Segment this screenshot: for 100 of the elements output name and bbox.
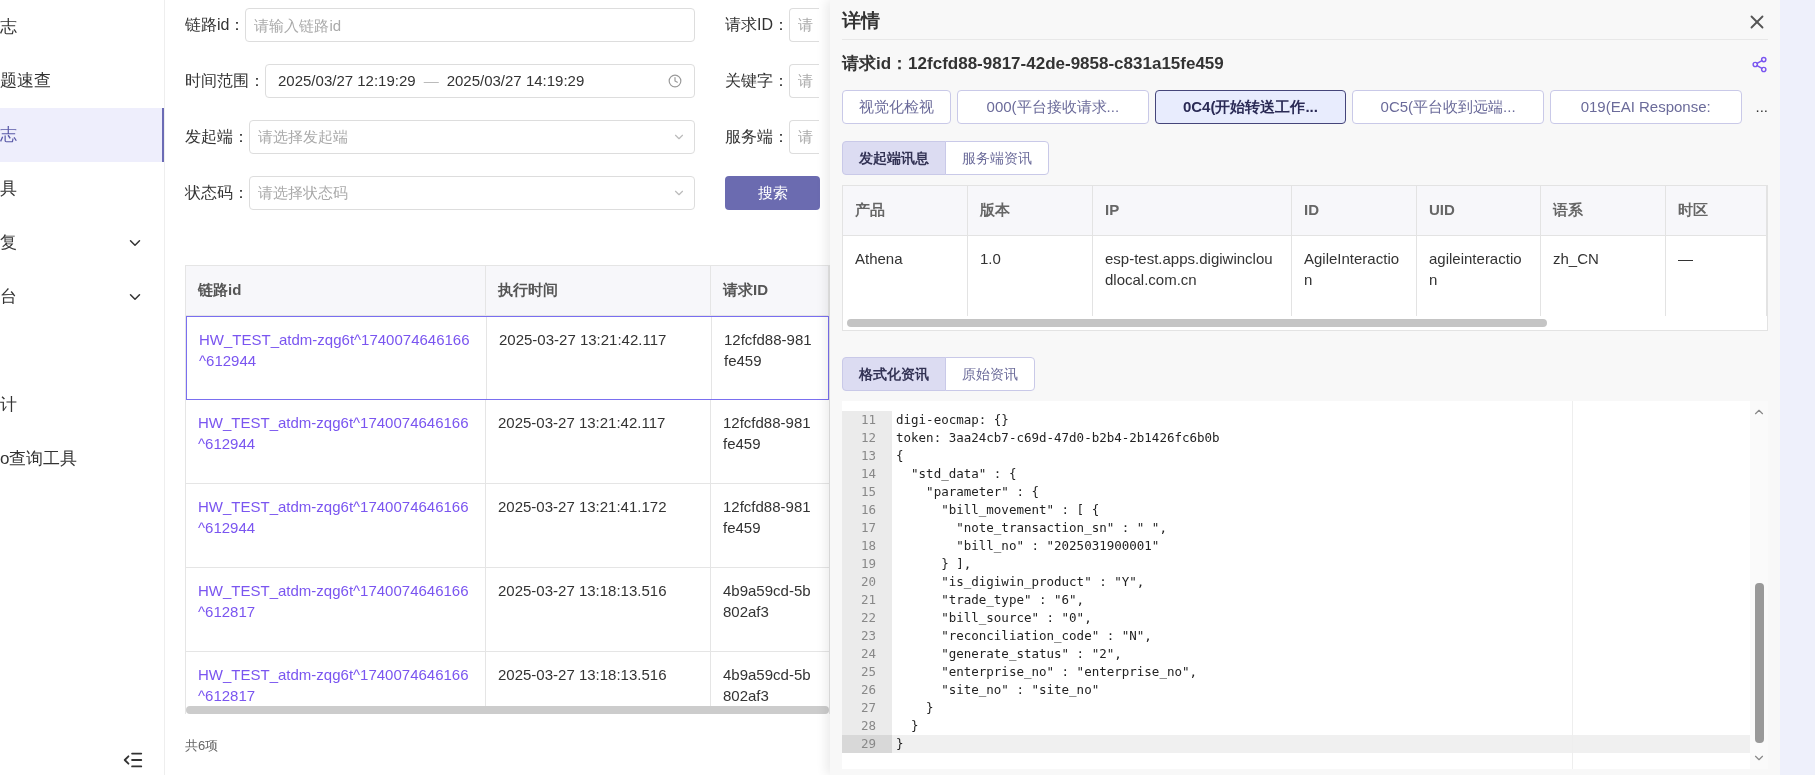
code-line: "reconciliation_code" : "N", [940, 627, 1152, 645]
field-label: 发起端： [185, 127, 249, 147]
field-label: 服务端： [725, 127, 789, 147]
line-number: 29 [842, 735, 892, 753]
line-number: 11 [842, 411, 892, 429]
segment-tab[interactable]: 格式化资讯 [842, 357, 946, 391]
trace-link[interactable]: HW_TEST_atdm-zqg6t^1740074646166^612817 [198, 664, 473, 706]
sidebar-item[interactable]: 题速查 [0, 54, 164, 108]
column-header: 版本 [968, 186, 1093, 235]
input-field[interactable]: 请输入链路id [245, 8, 695, 42]
line-number: 14 [842, 465, 892, 483]
line-number: 18 [842, 537, 892, 555]
table-cell: esp-test.apps.digiwincloudlocal.com.cn [1105, 250, 1273, 288]
step-tab[interactable]: 0C5(平台收到远端... [1352, 90, 1544, 124]
horizontal-scrollbar[interactable] [186, 706, 829, 714]
table-cell: 2025-03-27 13:21:42.117 [499, 331, 667, 348]
code-line: } [910, 717, 919, 735]
line-number: 23 [842, 627, 892, 645]
code-line: "parameter" : { [925, 483, 1039, 501]
table-cell: AgileInteraction [1304, 250, 1400, 288]
code-line: "bill_source" : "0", [940, 609, 1092, 627]
segment-tab[interactable]: 原始资讯 [945, 357, 1035, 391]
step-tab[interactable]: 019(EAI Response: [1549, 90, 1742, 124]
column-header: 执行时间 [486, 266, 711, 315]
line-number: 12 [842, 429, 892, 447]
table-cell-text: fe459 [723, 434, 761, 454]
vertical-scrollbar[interactable] [1754, 583, 1764, 743]
code-line: "note_transaction_sn" : " ", [955, 519, 1167, 537]
field-label: 请求ID： [725, 15, 789, 35]
line-number: 19 [842, 555, 892, 573]
code-line: "generate_status" : "2", [940, 645, 1122, 663]
table-cell-text: 12fcfd88-981 [723, 497, 811, 517]
field-label: 链路id： [185, 15, 246, 35]
table-cell: agileinteraction [1429, 250, 1522, 288]
clock-icon [668, 74, 682, 88]
sidebar-item[interactable]: 台 [0, 270, 164, 324]
column-header: IP [1093, 186, 1292, 235]
segment-tab[interactable]: 服务端资讯 [945, 141, 1049, 175]
sidebar-item[interactable]: 志 [0, 0, 164, 54]
trace-link[interactable]: HW_TEST_atdm-zqg6t^1740074646166^612817 [198, 580, 473, 622]
code-line: "trade_type" : "6", [940, 591, 1085, 609]
line-number: 21 [842, 591, 892, 609]
search-button[interactable]: 搜索 [725, 176, 820, 210]
line-number: 17 [842, 519, 892, 537]
trace-link[interactable]: HW_TEST_atdm-zqg6t^1740074646166^612944 [198, 496, 473, 538]
table-row[interactable]: HW_TEST_atdm-zqg6t^1740074646166^612817 2025-03-27 13:18:13.516 4b9a59cd-5b 802af3 [186, 568, 829, 652]
sidebar-item[interactable]: 复 [0, 216, 164, 270]
table-row[interactable]: HW_TEST_atdm-zqg6t^1740074646166^612944 2025-03-27 13:21:42.117 12fcfd88-981 fe459 [186, 400, 829, 484]
code-line: "is_digiwin_product" : "Y", [940, 573, 1145, 591]
table-cell: 2025-03-27 13:21:42.117 [498, 414, 666, 431]
table-cell-text: 4b9a59cd-5b [723, 665, 811, 685]
code-line: "bill_movement" : [ { [940, 501, 1100, 519]
panel-title: 详情 [842, 9, 880, 34]
column-header: 请求ID [711, 266, 829, 315]
column-header: 链路id [186, 266, 486, 315]
code-line: } ], [940, 555, 972, 573]
column-header: 语系 [1541, 186, 1666, 235]
column-header: 产品 [843, 186, 968, 235]
table-cell-text: 4b9a59cd-5b [723, 581, 811, 601]
table-cell: 1.0 [980, 250, 1001, 267]
sidebar-item[interactable]: 志 [0, 108, 164, 162]
sidebar-item[interactable]: 计 [0, 378, 164, 432]
line-number: 16 [842, 501, 892, 519]
table-row[interactable]: HW_TEST_atdm-zqg6t^1740074646166^612944 2025-03-27 13:21:42.117 12fcfd88-981 fe459 [186, 316, 829, 400]
table-cell: Athena [855, 250, 903, 267]
horizontal-scrollbar[interactable] [847, 319, 1547, 327]
code-editor[interactable] [842, 401, 1768, 769]
line-number: 24 [842, 645, 892, 663]
line-number: 25 [842, 663, 892, 681]
table-cell: 2025-03-27 13:21:41.172 [498, 498, 667, 515]
line-number: 22 [842, 609, 892, 627]
code-line: } [925, 699, 934, 717]
table-row[interactable]: HW_TEST_atdm-zqg6t^1740074646166^612944 2025-03-27 13:21:41.172 12fcfd88-981 fe459 [186, 484, 829, 568]
table-cell: 2025-03-27 13:18:13.516 [498, 666, 667, 683]
sidebar-item[interactable]: o查询工具 [0, 432, 164, 486]
segment-tab[interactable]: 发起端讯息 [842, 141, 946, 175]
table-cell: zh_CN [1553, 250, 1599, 267]
code-line: { [895, 447, 904, 465]
code-line: "site_no" : "site_no" [940, 681, 1100, 699]
table-cell-text: 802af3 [723, 686, 769, 706]
code-line: token: 3aa24cb7-c69d-47d0-b2b4-2b1426fc6b0b [895, 429, 1220, 447]
share-icon[interactable] [1751, 55, 1768, 73]
table-cell-text: fe459 [724, 351, 762, 371]
code-line: "bill_no" : "2025031900001" [955, 537, 1160, 555]
step-tab[interactable]: 视觉化检视 [842, 90, 951, 124]
date-range-field[interactable]: 2025/03/27 12:19:29 — 2025/03/27 14:19:29 [265, 64, 695, 98]
start-date: 2025/03/27 12:19:29 [278, 70, 416, 91]
trace-link[interactable]: HW_TEST_atdm-zqg6t^1740074646166^612944 [198, 412, 473, 454]
trace-link[interactable]: HW_TEST_atdm-zqg6t^1740074646166^612944 [199, 329, 474, 371]
more-steps[interactable]: ... [1755, 95, 1768, 119]
request-id-heading: 请求id：12fcfd88-9817-42de-9858-c831a15fe459 [842, 53, 1224, 76]
field-label: 关键字： [725, 71, 789, 91]
column-header: UID [1417, 186, 1541, 235]
sidebar-item[interactable]: 具 [0, 162, 164, 216]
step-tab[interactable]: 0C4(开始转送工作... [1154, 90, 1347, 124]
table-cell: 2025-03-27 13:18:13.516 [498, 582, 667, 599]
line-number: 26 [842, 681, 892, 699]
code-line: "enterprise_no" : "enterprise_no", [940, 663, 1198, 681]
field-label: 状态码： [185, 183, 249, 203]
step-tab[interactable]: 000(平台接收请求... [957, 90, 1149, 124]
